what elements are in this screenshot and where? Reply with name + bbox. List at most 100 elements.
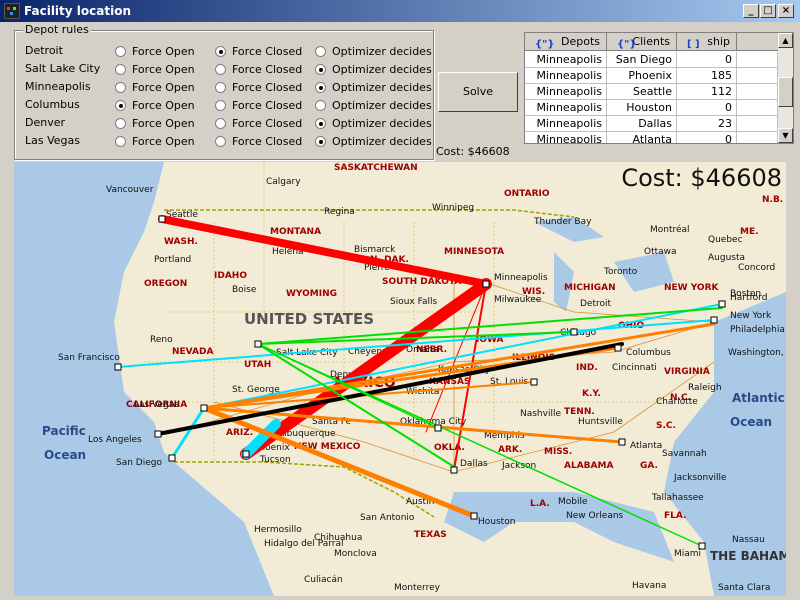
radio-force-closed[interactable]: [215, 118, 226, 129]
grid-cell[interactable]: 0: [677, 52, 737, 68]
depot-name-label: Las Vegas: [25, 134, 80, 147]
city-label: Mobile: [558, 497, 588, 507]
pacific-ocean-area-south: [14, 462, 274, 596]
radio-label[interactable]: Force Open: [132, 45, 195, 58]
city-label: Miami: [674, 549, 701, 559]
scroll-down-arrow-icon[interactable]: ▼: [778, 128, 793, 143]
radio-label[interactable]: Force Closed: [232, 99, 302, 112]
window-title: Facility location: [24, 4, 131, 18]
city-marker: [718, 300, 726, 308]
radio-label[interactable]: Optimizer decides: [332, 135, 432, 148]
radio-label[interactable]: Optimizer decides: [332, 81, 432, 94]
radio-optimizer-decides[interactable]: [315, 118, 326, 129]
city-label: Ottawa: [644, 247, 677, 257]
grid-cell[interactable]: Minneapolis: [525, 68, 607, 84]
grid-cell[interactable]: Minneapolis: [525, 100, 607, 116]
grid-cell[interactable]: 112: [677, 84, 737, 100]
grid-cell[interactable]: 0: [677, 100, 737, 116]
radio-label[interactable]: Optimizer decides: [332, 63, 432, 76]
city-label: Hermosillo: [254, 525, 302, 535]
region-label: WASH.: [164, 237, 198, 247]
radio-force-closed[interactable]: [215, 82, 226, 93]
city-label: San Diego: [116, 458, 162, 468]
radio-label[interactable]: Optimizer decides: [332, 45, 432, 58]
radio-label[interactable]: Force Open: [132, 135, 195, 148]
radio-label[interactable]: Force Open: [132, 117, 195, 130]
radio-label[interactable]: Force Closed: [232, 81, 302, 94]
region-label: S.C.: [656, 421, 676, 431]
radio-label[interactable]: Force Closed: [232, 117, 302, 130]
grid-scrollbar[interactable]: ▲ ▼: [778, 33, 793, 143]
radio-force-open[interactable]: [115, 136, 126, 147]
radio-label[interactable]: Force Open: [132, 99, 195, 112]
city-label: Bismarck: [354, 245, 396, 255]
cost-label: Cost: $46608: [436, 145, 510, 158]
radio-label[interactable]: Optimizer decides: [332, 99, 432, 112]
grid-header-depots[interactable]: {"} Depots: [525, 33, 607, 51]
map-view[interactable]: UNITED STATESMEXICOTHE BAHAMASPacificOce…: [14, 162, 786, 596]
city-label: Havana: [632, 581, 666, 591]
city-marker: [470, 512, 478, 520]
shipment-grid[interactable]: {"} Depots {"} Clients [ ] ship Minneapolis…: [524, 32, 794, 144]
close-button[interactable]: ×: [778, 4, 794, 18]
city-marker: [154, 430, 162, 438]
radio-force-closed[interactable]: [215, 136, 226, 147]
radio-optimizer-decides[interactable]: [315, 100, 326, 111]
radio-optimizer-decides[interactable]: [315, 46, 326, 57]
region-label: ARK.: [498, 445, 522, 455]
canada-border: [164, 209, 575, 218]
city-marker: [530, 378, 538, 386]
region-label: WYOMING: [286, 289, 337, 299]
scroll-up-arrow-icon[interactable]: ▲: [778, 33, 793, 48]
city-label: Thunder Bay: [533, 217, 592, 227]
radio-label[interactable]: Optimizer decides: [332, 117, 432, 130]
radio-optimizer-decides[interactable]: [315, 82, 326, 93]
grid-cell[interactable]: San Diego: [607, 52, 677, 68]
grid-cell[interactable]: Seattle: [607, 84, 677, 100]
grid-cell[interactable]: Minneapolis: [525, 52, 607, 68]
radio-force-open[interactable]: [115, 82, 126, 93]
grid-cell[interactable]: Houston: [607, 100, 677, 116]
grid-cell[interactable]: Atlanta: [607, 132, 677, 143]
radio-force-open[interactable]: [115, 64, 126, 75]
city-label: Charlotte: [656, 397, 698, 407]
maximize-button[interactable]: □: [760, 4, 776, 18]
radio-optimizer-decides[interactable]: [315, 136, 326, 147]
radio-optimizer-decides[interactable]: [315, 64, 326, 75]
city-label: Milwaukee: [494, 295, 542, 305]
title-bar[interactable]: Facility location _ □ ×: [0, 0, 800, 22]
region-label: IND.: [576, 363, 598, 373]
grid-cell[interactable]: Phoenix: [607, 68, 677, 84]
grid-cell[interactable]: Minneapolis: [525, 116, 607, 132]
radio-force-open[interactable]: [115, 118, 126, 129]
minimize-button[interactable]: _: [743, 4, 759, 18]
radio-force-open[interactable]: [115, 46, 126, 57]
radio-label[interactable]: Force Open: [132, 63, 195, 76]
grid-cell[interactable]: 185: [677, 68, 737, 84]
grid-cell[interactable]: 0: [677, 132, 737, 143]
radio-label[interactable]: Force Closed: [232, 45, 302, 58]
grid-header-clients[interactable]: {"} Clients: [607, 33, 677, 51]
city-marker: [242, 450, 250, 458]
region-label: N.B.: [762, 195, 783, 205]
pacific-ocean-area: [14, 162, 174, 462]
solve-button[interactable]: Solve: [438, 72, 518, 112]
grid-cell[interactable]: Minneapolis: [525, 84, 607, 100]
radio-force-open[interactable]: [115, 100, 126, 111]
city-label: Jacksonville: [673, 473, 727, 483]
scroll-thumb[interactable]: [778, 77, 793, 107]
radio-force-closed[interactable]: [215, 64, 226, 75]
grid-cell[interactable]: Dallas: [607, 116, 677, 132]
radio-label[interactable]: Force Open: [132, 81, 195, 94]
grid-cell[interactable]: 23: [677, 116, 737, 132]
radio-label[interactable]: Force Closed: [232, 63, 302, 76]
radio-force-closed[interactable]: [215, 46, 226, 57]
city-label: Tallahassee: [651, 493, 704, 503]
region-label: L.A.: [530, 499, 550, 509]
grid-cell[interactable]: Minneapolis: [525, 132, 607, 143]
grid-header-ship[interactable]: [ ] ship: [677, 33, 737, 51]
grid-filler-cell: [737, 100, 778, 116]
radio-force-closed[interactable]: [215, 100, 226, 111]
radio-label[interactable]: Force Closed: [232, 135, 302, 148]
city-label: Culiacán: [304, 575, 343, 585]
